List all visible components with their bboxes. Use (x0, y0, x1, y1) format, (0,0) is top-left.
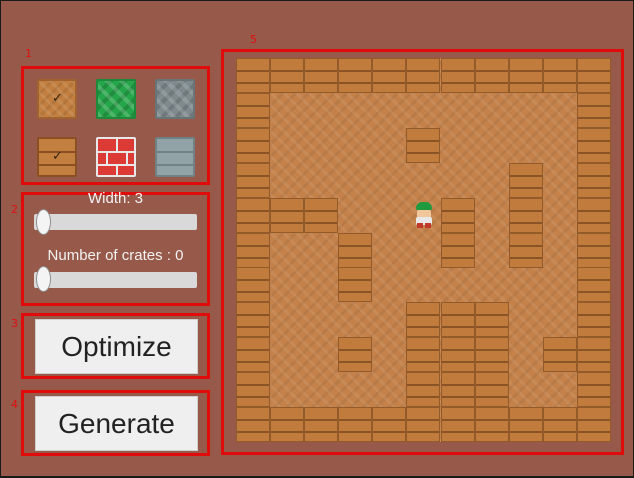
wood-floor-tile[interactable]: ✓ (37, 79, 77, 119)
generate-panel: Generate (21, 390, 210, 456)
wall-block (236, 232, 270, 268)
wall-block (338, 407, 373, 443)
wall-block (304, 407, 339, 443)
game-board[interactable] (236, 58, 611, 443)
wall-block (372, 58, 407, 93)
wall-block (576, 232, 611, 268)
settings-panel: Width: 3 Number of crates : 0 (21, 190, 210, 306)
optimize-button[interactable]: Optimize (35, 319, 198, 374)
checkmark-icon: ✓ (52, 148, 63, 163)
checkmark-icon: ✓ (52, 90, 63, 105)
wall-block (338, 58, 373, 93)
wall-block (440, 302, 475, 338)
wall-block (576, 58, 611, 93)
section-number-3: 3 (11, 317, 18, 330)
wall-block (236, 197, 270, 233)
wall-block (372, 407, 407, 443)
crates-slider[interactable] (34, 272, 197, 288)
wall-block (338, 337, 373, 373)
width-slider[interactable] (34, 214, 197, 230)
wall-block (236, 407, 270, 443)
wall-block (406, 407, 441, 443)
wall-block (440, 372, 475, 408)
wall-block (576, 337, 611, 373)
wall-block (236, 162, 270, 198)
wall-block (236, 372, 270, 408)
wall-block (236, 58, 270, 93)
section-number-1: 1 (25, 47, 32, 60)
crate-tile[interactable]: ✓ (37, 137, 77, 177)
wall-block (270, 197, 305, 233)
section-number-5: 5 (250, 33, 257, 46)
wall-block (236, 302, 270, 338)
wall-block (576, 372, 611, 408)
wall-block (508, 407, 543, 443)
brick-wall-tile[interactable] (96, 137, 136, 177)
section-number-4: 4 (11, 398, 18, 411)
wall-block (576, 162, 611, 198)
wall-block (508, 162, 543, 198)
wall-block (236, 92, 270, 128)
wall-block (304, 58, 339, 93)
section-number-2: 2 (11, 203, 18, 216)
wall-block (440, 337, 475, 373)
wall-block (236, 127, 270, 163)
wall-block (576, 127, 611, 163)
wall-block (542, 337, 577, 373)
wall-block (508, 232, 543, 268)
wall-block (440, 232, 475, 268)
crates-label: Number of crates : 0 (47, 247, 184, 264)
wall-block (304, 197, 339, 233)
wall-block (474, 372, 509, 408)
wall-block (406, 127, 441, 163)
wall-block (542, 58, 577, 93)
wall-block (508, 58, 543, 93)
wall-block (406, 337, 441, 373)
wall-block (440, 58, 475, 93)
wall-block (474, 337, 509, 373)
wall-block (440, 197, 475, 233)
wall-block (474, 302, 509, 338)
wall-block (576, 407, 611, 443)
wall-block (406, 302, 441, 338)
wall-block (576, 267, 611, 303)
level-editor: 1 2 3 4 5 ✓ ✓ Width: 3 Number of crates :… (1, 1, 633, 476)
metal-wall-tile[interactable] (155, 137, 195, 177)
tile-palette-panel: ✓ ✓ (21, 66, 210, 185)
generate-button[interactable]: Generate (35, 396, 198, 451)
wall-block (338, 267, 373, 303)
wall-block (542, 407, 577, 443)
grass-tile[interactable] (96, 79, 136, 119)
wall-block (406, 58, 441, 93)
wall-block (440, 407, 475, 443)
wall-block (576, 92, 611, 128)
wall-block (270, 58, 305, 93)
wall-block (576, 302, 611, 338)
wall-block (236, 267, 270, 303)
wall-block (338, 232, 373, 268)
wall-block (236, 337, 270, 373)
stone-tile[interactable] (155, 79, 195, 119)
wall-block (270, 407, 305, 443)
wall-block (406, 372, 441, 408)
width-label: Width: 3 (87, 190, 144, 207)
wall-block (474, 407, 509, 443)
wall-block (508, 197, 543, 233)
width-slider-handle[interactable] (36, 209, 51, 235)
optimize-panel: Optimize (21, 313, 210, 379)
wall-block (474, 58, 509, 93)
board-panel (221, 49, 624, 455)
crates-slider-handle[interactable] (36, 266, 51, 292)
wall-block (576, 197, 611, 233)
player-character-icon (413, 202, 435, 229)
